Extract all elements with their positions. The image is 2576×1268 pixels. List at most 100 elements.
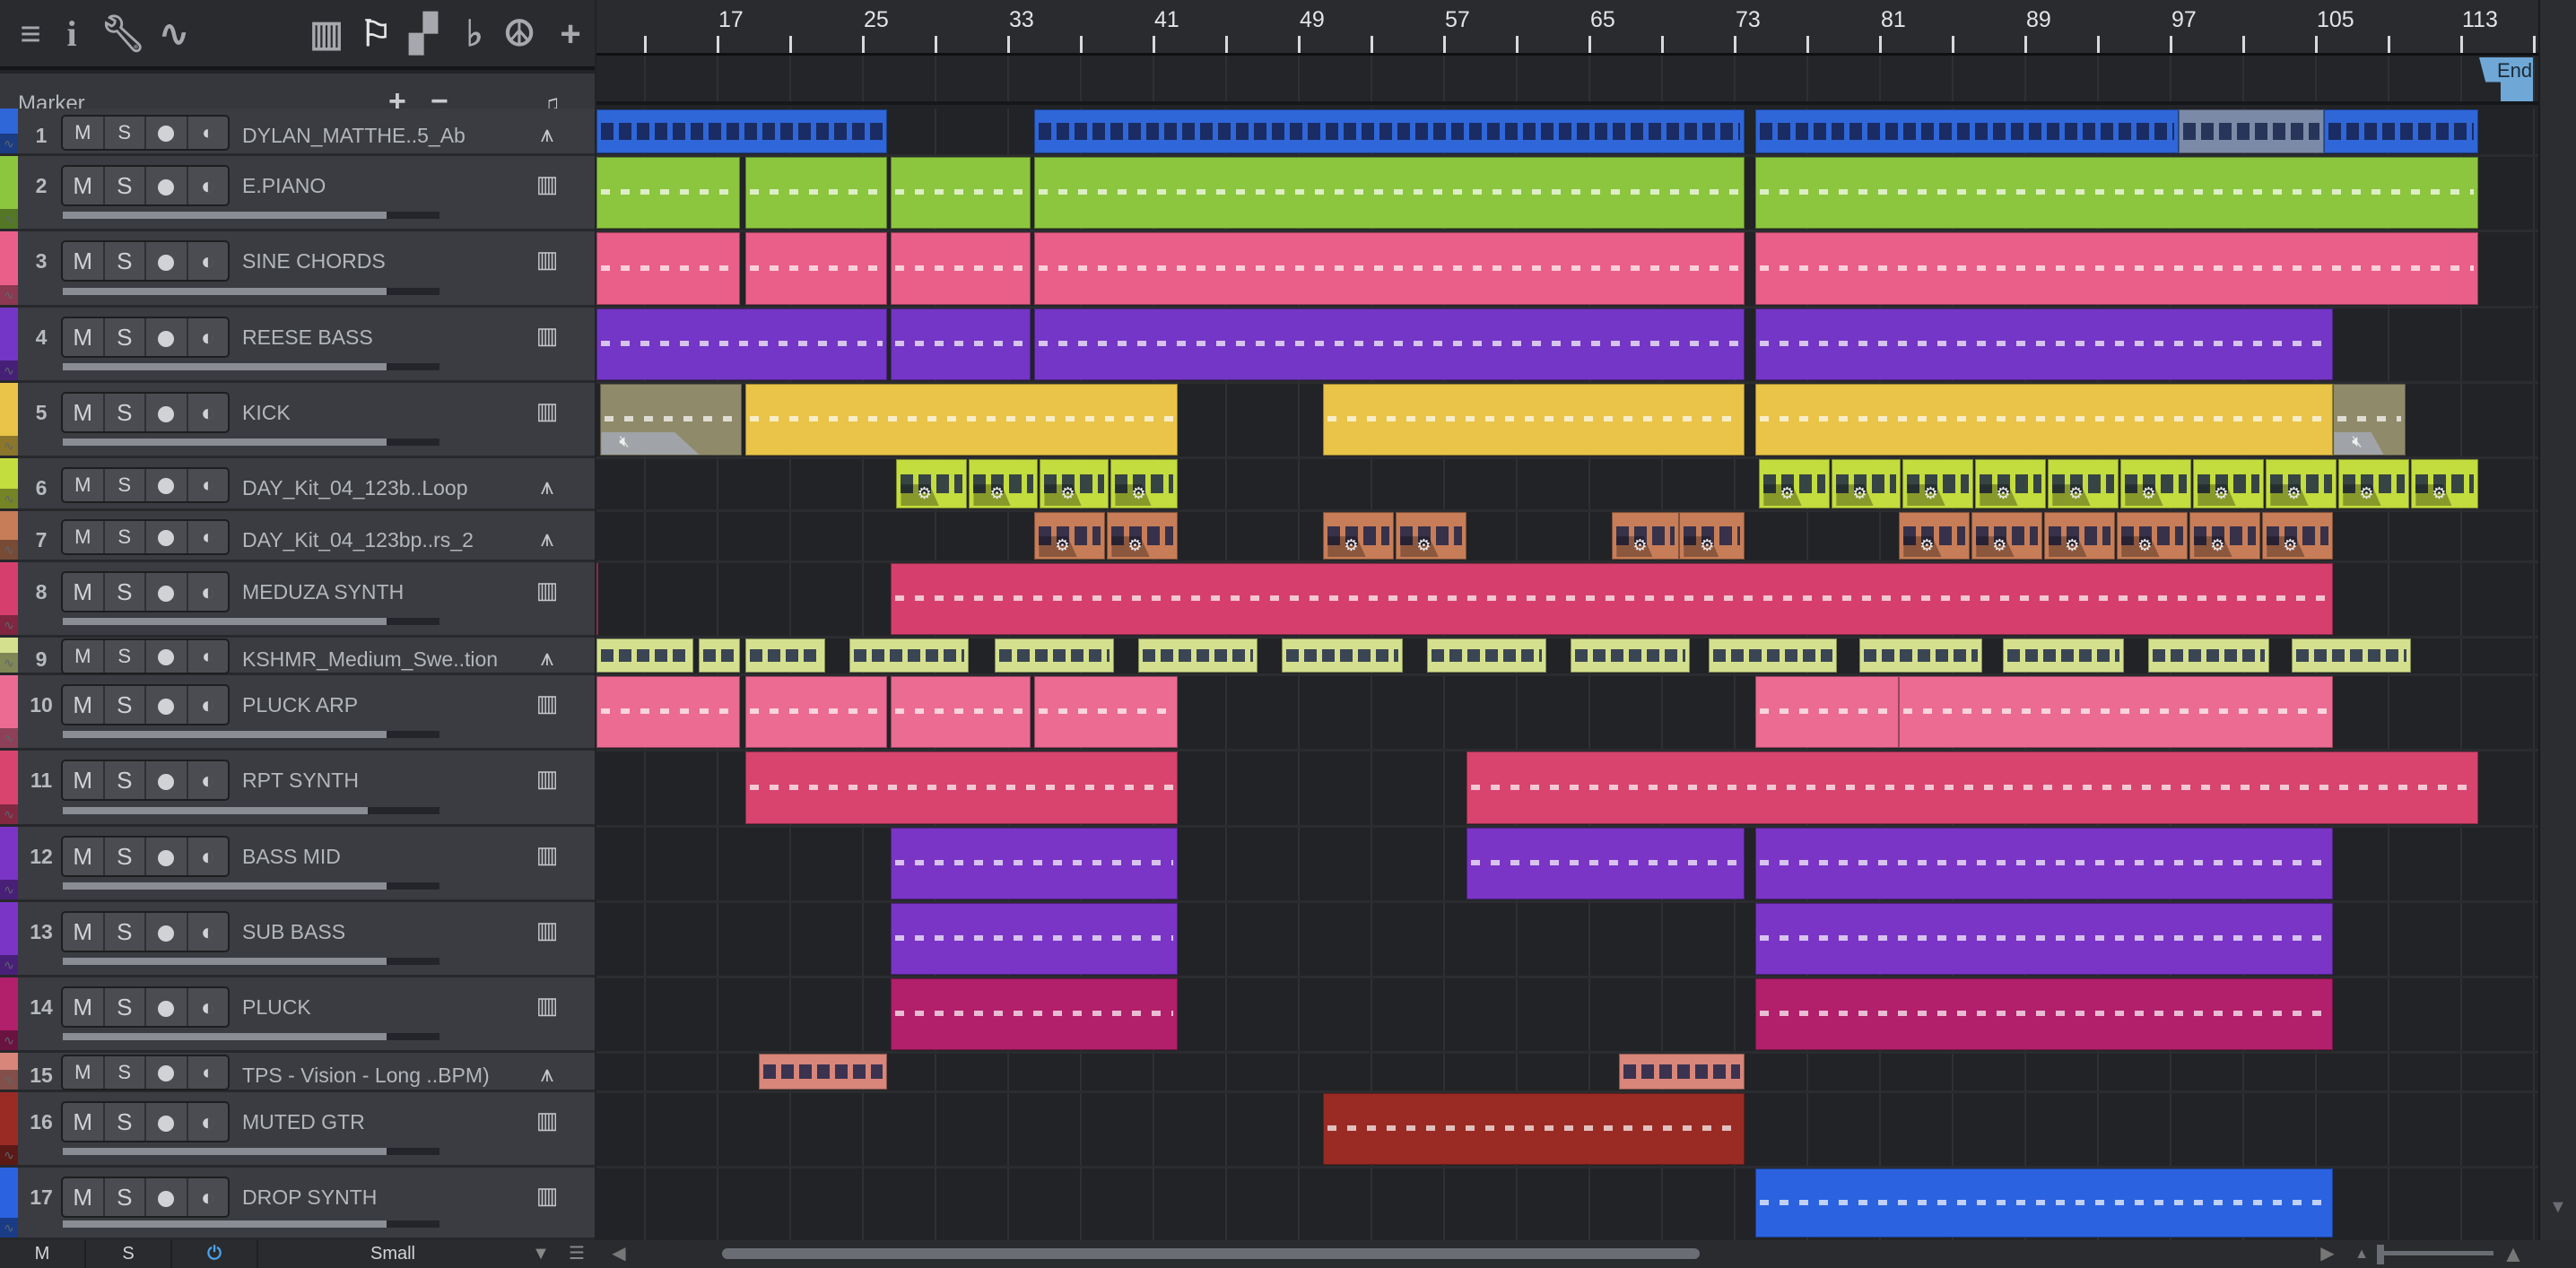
- solo-button[interactable]: S: [105, 640, 146, 673]
- clip[interactable]: [1034, 308, 1745, 380]
- clip[interactable]: [745, 384, 1179, 456]
- clip[interactable]: ⚙: [969, 459, 1039, 508]
- record-arm-button[interactable]: [146, 1056, 188, 1089]
- clip[interactable]: [596, 308, 888, 380]
- solo-button[interactable]: S: [105, 573, 146, 611]
- automation-icon[interactable]: ∿: [0, 360, 18, 380]
- record-arm-button[interactable]: [146, 913, 188, 951]
- clip[interactable]: [849, 638, 970, 673]
- monitor-button[interactable]: ◐: [188, 640, 229, 673]
- info-icon[interactable]: i: [50, 13, 93, 56]
- clip[interactable]: [1034, 232, 1745, 305]
- clip[interactable]: [1755, 978, 2334, 1050]
- track-name[interactable]: SINE CHORDS: [242, 249, 386, 274]
- monitor-button[interactable]: ◐: [188, 167, 229, 204]
- mute-button[interactable]: M: [63, 640, 105, 673]
- monitor-button[interactable]: ◐: [188, 761, 229, 799]
- track-header[interactable]: ∿ 2 M S ◐ E.PIANO ▥: [0, 156, 595, 231]
- clip[interactable]: ⚙: [2120, 459, 2192, 508]
- solo-button[interactable]: S: [105, 913, 146, 951]
- clip[interactable]: [596, 676, 741, 748]
- monitor-button[interactable]: ◐: [188, 469, 229, 501]
- track-header[interactable]: ∿ 11 M S ◐ RPT SYNTH ▥: [0, 751, 595, 827]
- marker-lane[interactable]: End: [596, 56, 2538, 105]
- scroll-left-icon[interactable]: ◀: [605, 1240, 632, 1268]
- clip[interactable]: ⚙: [1679, 512, 1745, 560]
- automation-icon[interactable]: ∿: [0, 1145, 18, 1165]
- clip[interactable]: [891, 978, 1179, 1050]
- add-track-icon[interactable]: +: [549, 13, 592, 56]
- solo-button[interactable]: S: [105, 318, 146, 356]
- clip[interactable]: ⚙: [1975, 459, 2047, 508]
- record-arm-button[interactable]: [146, 761, 188, 799]
- monitor-button[interactable]: ◐: [188, 988, 229, 1026]
- record-arm-button[interactable]: [146, 1103, 188, 1141]
- chevron-down-icon[interactable]: ▼: [527, 1240, 554, 1268]
- clip[interactable]: [1755, 109, 2180, 153]
- track-header[interactable]: ∿ 1 M S ◐ DYLAN_MATTHE..5_Ab ⩚: [0, 109, 595, 156]
- clip[interactable]: [1426, 638, 1547, 673]
- power-icon[interactable]: ⏻: [172, 1240, 258, 1268]
- clip[interactable]: [745, 676, 888, 748]
- track-name[interactable]: DAY_Kit_04_123b..Loop: [242, 476, 468, 500]
- monitor-button[interactable]: ◐: [188, 913, 229, 951]
- track-header[interactable]: ∿ 17 M S ◐ DROP SYNTH ▥: [0, 1168, 595, 1240]
- clip[interactable]: [891, 828, 1179, 899]
- clip[interactable]: [596, 563, 599, 635]
- track-header[interactable]: ∿ 12 M S ◐ BASS MID ▥: [0, 827, 595, 902]
- solo-button[interactable]: S: [105, 761, 146, 799]
- track-name[interactable]: DROP SYNTH: [242, 1185, 377, 1210]
- automation-icon[interactable]: ∿: [0, 615, 18, 635]
- scroll-down-icon[interactable]: ▼: [2549, 1197, 2567, 1218]
- automation-icon[interactable]: ∿: [0, 489, 18, 508]
- volume-slider[interactable]: [63, 731, 439, 738]
- clip[interactable]: [596, 109, 888, 153]
- clip[interactable]: ⚙: [896, 459, 968, 508]
- monitor-button[interactable]: ◐: [188, 521, 229, 553]
- automation-icon[interactable]: ∿: [0, 653, 18, 673]
- track-name[interactable]: KSHMR_Medium_Swe..tion: [242, 647, 498, 672]
- clip[interactable]: [891, 232, 1031, 305]
- automation-icon[interactable]: ∿: [0, 436, 18, 456]
- zoom-slider-handle[interactable]: [2377, 1245, 2384, 1264]
- solo-button[interactable]: S: [105, 394, 146, 431]
- track-name[interactable]: BASS MID: [242, 845, 341, 869]
- clip[interactable]: ⚙: [2189, 512, 2261, 560]
- list-icon[interactable]: ☰: [563, 1240, 590, 1268]
- track-name[interactable]: DAY_Kit_04_123bp..rs_2: [242, 528, 474, 552]
- record-arm-button[interactable]: [146, 167, 188, 204]
- clip[interactable]: [596, 157, 741, 229]
- automation-icon[interactable]: ∿: [0, 955, 18, 975]
- track-header[interactable]: ∿ 5 M S ◐ KICK ▥: [0, 383, 595, 458]
- clip[interactable]: ⚙: [1110, 459, 1179, 508]
- clip[interactable]: ⚙: [1971, 512, 2043, 560]
- volume-slider[interactable]: [63, 439, 439, 446]
- clip[interactable]: [1858, 638, 1983, 673]
- clip[interactable]: ⚙: [1759, 459, 1831, 508]
- track-name[interactable]: TPS - Vision - Long ..BPM): [242, 1064, 490, 1088]
- record-arm-button[interactable]: [146, 838, 188, 875]
- clip[interactable]: [1034, 676, 1179, 748]
- clip[interactable]: [1137, 638, 1258, 673]
- clip[interactable]: ⚙: [1323, 512, 1395, 560]
- record-arm-button[interactable]: [146, 116, 188, 149]
- clip[interactable]: [891, 676, 1031, 748]
- track-name[interactable]: PLUCK: [242, 995, 311, 1020]
- solo-button[interactable]: S: [105, 1103, 146, 1141]
- clip[interactable]: [1323, 384, 1745, 456]
- clip[interactable]: [2291, 638, 2412, 673]
- track-name[interactable]: MUTED GTR: [242, 1110, 365, 1134]
- clip[interactable]: ⚙: [2262, 512, 2334, 560]
- solo-button[interactable]: S: [105, 1178, 146, 1216]
- automation-icon[interactable]: ∿: [0, 134, 18, 153]
- scroll-right-icon[interactable]: ▶: [2314, 1240, 2341, 1268]
- volume-slider[interactable]: [63, 618, 439, 625]
- arranger-icon[interactable]: ♭: [453, 13, 496, 56]
- clip[interactable]: [1708, 638, 1838, 673]
- solo-button[interactable]: S: [105, 520, 146, 553]
- monitor-button[interactable]: ◐: [188, 686, 229, 724]
- clip[interactable]: [2179, 109, 2325, 153]
- mute-button[interactable]: M: [63, 1103, 105, 1141]
- solo-button[interactable]: S: [105, 1056, 146, 1089]
- clip[interactable]: [891, 903, 1179, 975]
